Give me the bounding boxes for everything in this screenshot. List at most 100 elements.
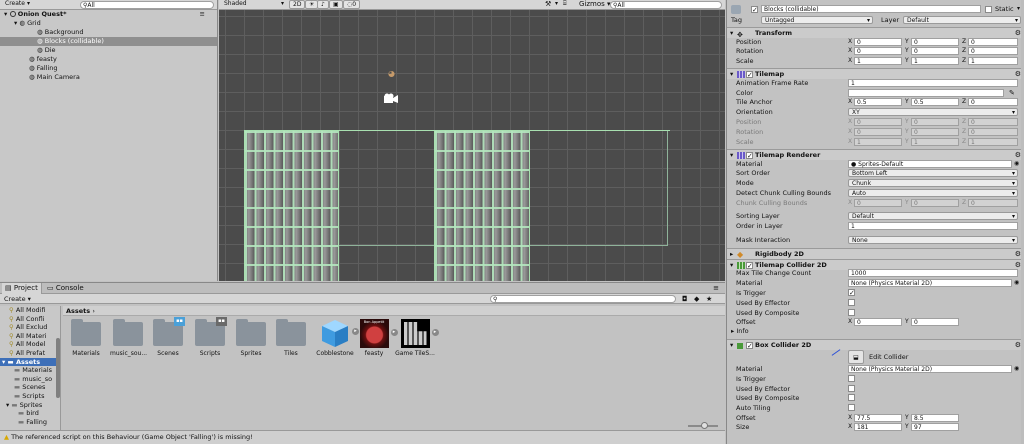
expand-arrow-icon[interactable]: ▾ xyxy=(2,358,5,366)
box-collider-enabled-checkbox[interactable] xyxy=(746,341,753,352)
breadcrumb[interactable]: Assets › xyxy=(63,306,725,316)
scale-y-field[interactable]: 1 xyxy=(911,57,959,65)
anchor-z-field[interactable]: 0 xyxy=(968,98,1018,106)
tag-dropdown[interactable]: Untagged xyxy=(761,16,873,24)
renderer-enabled-checkbox[interactable] xyxy=(746,151,753,162)
tree-item[interactable]: ▬ Scenes xyxy=(0,383,60,392)
hidden-layers-button[interactable]: ◌0 xyxy=(343,0,361,9)
scale-z-field[interactable]: 1 xyxy=(968,57,1018,65)
hierarchy-item-grid[interactable]: ▾ ◍ Grid xyxy=(0,19,217,28)
gizmos-dropdown[interactable]: Gizmos ▾ xyxy=(579,0,611,8)
rotation-x-field[interactable]: 0 xyxy=(854,47,902,55)
shading-mode-dropdown[interactable]: Shaded xyxy=(221,0,279,9)
tilemap-enabled-checkbox[interactable] xyxy=(746,70,753,81)
zoom-slider-thumb[interactable] xyxy=(701,422,708,429)
tc-effector-checkbox[interactable] xyxy=(848,299,855,306)
tree-item[interactable]: ▬ Falling xyxy=(0,418,60,427)
create-dropdown-arrow-icon[interactable]: ▾ xyxy=(27,0,30,7)
tree-item[interactable]: ⚲ All Modifi xyxy=(0,306,60,315)
culling-dropdown[interactable]: Auto xyxy=(848,189,1018,197)
tree-item[interactable]: ⚲ All Prefat xyxy=(0,349,60,358)
tree-scrollbar-thumb[interactable] xyxy=(56,338,60,398)
mask-interaction-dropdown[interactable]: None xyxy=(848,236,1018,244)
asset-folder-sprites[interactable]: Sprites xyxy=(233,319,269,357)
asset-tileset-game[interactable]: ▸ Game TileS... xyxy=(394,319,439,357)
scale-x-field[interactable]: 1 xyxy=(854,57,902,65)
tc-trigger-checkbox[interactable] xyxy=(848,288,855,298)
expand-asset-icon[interactable]: ▸ xyxy=(431,329,439,336)
auto-tiling-checkbox[interactable] xyxy=(848,404,855,411)
static-checkbox[interactable] xyxy=(985,6,992,13)
tools-dropdown-arrow-icon[interactable]: ▾ xyxy=(555,0,558,7)
project-search-input[interactable]: ⚲ xyxy=(490,295,676,303)
panel-menu-icon[interactable]: ≡ xyxy=(713,283,719,294)
tc-composite-checkbox[interactable] xyxy=(848,309,855,316)
anchor-x-field[interactable]: 0.5 xyxy=(854,98,902,106)
tc-offset-x-field[interactable]: 0 xyxy=(854,318,902,326)
sort-order-dropdown[interactable]: Bottom Left xyxy=(848,169,1018,177)
asset-folder-scripts[interactable]: ▪▪ Scripts xyxy=(192,317,228,357)
edit-collider-button[interactable]: ⬓ xyxy=(848,350,864,364)
anchor-y-field[interactable]: 0.5 xyxy=(911,98,959,106)
scene-root-row[interactable]: ▾ Onion Quest* ≡ xyxy=(0,10,217,19)
tree-item[interactable]: ▬ music_so xyxy=(0,375,60,384)
tree-item[interactable]: ⚲ All Confli xyxy=(0,315,60,324)
character-sprite-icon[interactable]: ◕ xyxy=(388,69,402,79)
tilemap-blocks-left[interactable] xyxy=(244,130,339,281)
asset-folder-scenes[interactable]: ▪▪ Scenes xyxy=(150,317,186,357)
mode-dropdown[interactable]: Chunk xyxy=(848,179,1018,187)
scene-menu-icon[interactable]: ≡ xyxy=(200,10,205,19)
hierarchy-item-main-camera[interactable]: ◍ Main Camera xyxy=(0,73,217,82)
bc-size-x-field[interactable]: 181 xyxy=(854,423,902,431)
favorite-icon[interactable]: ★ xyxy=(706,294,712,304)
renderer-material-field[interactable]: ● Sprites-Default xyxy=(848,160,1012,168)
camera-icon[interactable]: ⌸ xyxy=(563,0,567,8)
hierarchy-create-button[interactable]: Create xyxy=(2,0,28,9)
tc-info-row[interactable]: ▸ Info xyxy=(727,326,1024,336)
tc-material-field[interactable]: None (Physics Material 2D) xyxy=(848,279,1012,287)
rotation-y-field[interactable]: 0 xyxy=(911,47,959,55)
bc-offset-x-field[interactable]: 77.5 xyxy=(854,414,902,422)
shading-dropdown-arrow-icon[interactable]: ▾ xyxy=(281,0,284,7)
asset-prefab-cobblestone[interactable]: ▸ Cobblestone xyxy=(313,320,359,357)
tree-item[interactable]: ▬ Scripts xyxy=(0,392,60,401)
tree-item[interactable]: ▾ ▬ Sprites xyxy=(0,401,60,410)
bc-size-y-field[interactable]: 97 xyxy=(911,423,959,431)
status-bar[interactable]: ▲ The referenced script on this Behaviou… xyxy=(0,430,725,444)
scene-search-input[interactable]: ⚲All xyxy=(610,1,722,9)
frame-rate-field[interactable]: 1 xyxy=(848,79,1018,87)
tab-console[interactable]: ▭ Console xyxy=(44,283,87,294)
tree-item[interactable]: ⚲ All Exclud xyxy=(0,323,60,332)
object-name-input[interactable]: Blocks (collidable) xyxy=(761,5,981,13)
expand-arrow-icon[interactable]: ▾ xyxy=(14,19,17,27)
tree-item[interactable]: ▬ Materials xyxy=(0,366,60,375)
tab-project[interactable]: ▤ Project xyxy=(2,283,42,294)
hierarchy-item-falling[interactable]: ◍ Falling xyxy=(0,64,217,73)
active-checkbox[interactable] xyxy=(751,5,758,15)
asset-folder-tiles[interactable]: Tiles xyxy=(273,319,309,357)
object-picker-icon[interactable]: ◉ xyxy=(1014,278,1019,288)
camera-gizmo-icon[interactable] xyxy=(383,93,399,104)
sorting-layer-dropdown[interactable]: Default xyxy=(848,212,1018,220)
hierarchy-item-feasty[interactable]: ◍ feasty xyxy=(0,55,217,64)
static-dropdown-arrow-icon[interactable]: ▾ xyxy=(1017,4,1020,14)
asset-image-feasty[interactable]: Bon Appetit ▸ feasty xyxy=(354,319,398,357)
bc-composite-checkbox[interactable] xyxy=(848,394,855,401)
tree-item[interactable]: ▬ bird xyxy=(0,409,60,418)
hierarchy-item-background[interactable]: ◍ Background xyxy=(0,28,217,37)
rigidbody-header[interactable]: ▸ ◆ Rigidbody 2D ⚙ xyxy=(727,248,1024,259)
tree-item[interactable]: ⚲ All Model xyxy=(0,340,60,349)
position-z-field[interactable]: 0 xyxy=(968,38,1018,46)
tree-item-assets[interactable]: ▾ ▬ Assets xyxy=(0,357,60,367)
order-in-layer-field[interactable]: 1 xyxy=(848,222,1018,230)
bc-material-field[interactable]: None (Physics Material 2D) xyxy=(848,365,1012,373)
tree-item[interactable]: ⚲ All Materi xyxy=(0,332,60,341)
asset-folder-materials[interactable]: Materials xyxy=(68,319,104,357)
mode-2d-toggle[interactable]: 2D xyxy=(289,0,306,9)
filter-label-icon[interactable]: ◆ xyxy=(694,294,699,304)
position-x-field[interactable]: 0 xyxy=(854,38,902,46)
scene-view[interactable]: Shaded ▾ 2D ☀ ♪ ▣ ◌0 ⚒ ▾ ⌸ Gizmos ▾ ⚲All… xyxy=(219,0,725,281)
hierarchy-item-blocks[interactable]: ◍ Blocks (collidable) xyxy=(0,37,217,46)
position-y-field[interactable]: 0 xyxy=(911,38,959,46)
max-tile-field[interactable]: 1000 xyxy=(848,269,1018,277)
